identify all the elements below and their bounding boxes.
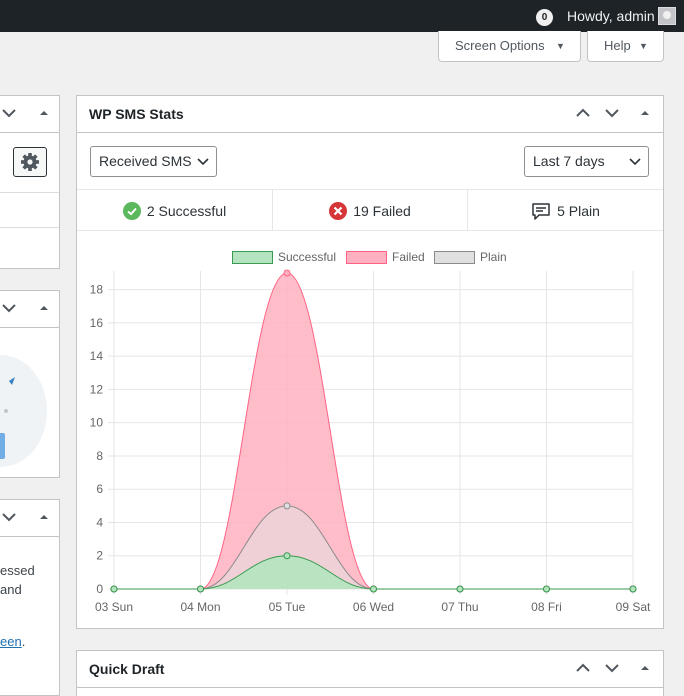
triangle-up-icon[interactable]	[36, 105, 54, 123]
left-widget-3	[0, 499, 60, 696]
stat-successful-label: 2 Successful	[146, 202, 227, 219]
admin-bar: 0 Howdy, admin	[0, 0, 684, 32]
x-tick-label: 03 Sun	[95, 600, 133, 614]
point-successful	[629, 585, 637, 593]
triangle-up-icon[interactable]	[637, 105, 655, 123]
chevron-up-icon[interactable]	[575, 105, 593, 123]
check-circle-icon	[122, 201, 141, 220]
x-circle-icon	[329, 201, 348, 220]
sms-stats-chart: 0 2 4 6 8 10 12 14 16 18 03 Sun 04 Mon 05 Tue 06 Wed 0…	[90, 269, 651, 614]
point-successful	[370, 585, 377, 593]
point-failed	[283, 269, 291, 277]
widget-title: Quick Draft	[89, 661, 165, 677]
triangle-up-icon[interactable]	[36, 300, 54, 318]
gear-icon	[21, 153, 39, 171]
y-tick-label: 18	[90, 283, 104, 297]
partial-link-line: een.	[0, 634, 25, 649]
stat-successful: 2 Successful	[77, 190, 272, 231]
screen-options-button[interactable]: Screen Options ▼	[438, 31, 581, 62]
widget-header	[0, 500, 59, 537]
triangle-up-icon[interactable]	[36, 509, 54, 527]
point-successful	[110, 585, 118, 593]
partial-text-line: and	[0, 582, 22, 597]
sms-type-select[interactable]: Received SMS	[90, 146, 217, 177]
y-tick-label: 2	[96, 549, 103, 563]
chevron-up-icon[interactable]	[575, 660, 593, 678]
partial-link[interactable]: een	[0, 634, 22, 649]
left-widget-1	[0, 95, 60, 269]
chevron-down-icon	[197, 158, 209, 166]
x-tick-label: 06 Wed	[353, 600, 394, 614]
y-tick-label: 4	[96, 515, 103, 529]
chevron-down-icon[interactable]	[604, 105, 622, 123]
settings-button[interactable]	[13, 147, 47, 177]
avatar[interactable]	[658, 7, 676, 25]
stat-plain: 5 Plain	[467, 190, 663, 231]
partial-text-line: essed	[0, 563, 35, 578]
y-tick-label: 16	[90, 316, 104, 330]
point-successful	[283, 552, 291, 560]
widget-header	[0, 291, 59, 328]
left-widget-2	[0, 290, 60, 478]
y-tick-label: 8	[96, 449, 103, 463]
y-tick-label: 6	[96, 482, 103, 496]
widget-header: WP SMS Stats	[77, 96, 663, 133]
date-range-select[interactable]: Last 7 days	[524, 146, 649, 177]
help-label: Help	[604, 38, 631, 53]
divider	[0, 192, 59, 193]
x-tick-label: 07 Thu	[441, 600, 478, 614]
illustration	[0, 355, 47, 467]
chevron-down-icon[interactable]	[1, 509, 19, 527]
stats-row: 2 Successful 19 Failed 5 Plain	[77, 189, 663, 231]
x-tick-label: 08 Fri	[531, 600, 562, 614]
message-icon	[532, 202, 550, 220]
account-greeting[interactable]: Howdy, admin	[567, 8, 655, 24]
point-successful	[456, 585, 464, 593]
x-tick-label: 05 Tue	[269, 600, 306, 614]
chevron-down-icon[interactable]	[1, 300, 19, 318]
x-tick-label: 04 Mon	[180, 600, 220, 614]
point-successful	[197, 585, 204, 593]
screen-options-label: Screen Options	[455, 38, 545, 53]
caret-down-icon: ▼	[556, 41, 565, 51]
chevron-down-icon[interactable]	[604, 660, 622, 678]
chevron-down-icon[interactable]	[1, 105, 19, 123]
y-tick-label: 10	[90, 416, 104, 430]
divider	[0, 227, 59, 228]
widget-header	[0, 96, 59, 133]
quick-draft-widget: Quick Draft	[76, 650, 664, 696]
y-tick-label: 14	[90, 349, 104, 363]
comment-count-badge[interactable]: 0	[536, 9, 553, 26]
triangle-up-icon[interactable]	[637, 660, 655, 678]
stat-failed: 19 Failed	[272, 190, 467, 231]
stat-failed-label: 19 Failed	[353, 202, 411, 219]
y-tick-label: 12	[90, 382, 104, 396]
widget-header: Quick Draft	[77, 651, 663, 688]
x-tick-label: 09 Sat	[616, 600, 651, 614]
stat-plain-label: 5 Plain	[557, 202, 600, 219]
point-plain	[283, 502, 291, 510]
caret-down-icon: ▼	[639, 41, 648, 51]
y-tick-label: 0	[96, 582, 103, 596]
widget-title: WP SMS Stats	[89, 106, 184, 122]
point-successful	[543, 585, 550, 593]
chevron-down-icon	[629, 158, 641, 166]
sms-type-value: Received SMS	[99, 153, 192, 169]
help-button[interactable]: Help ▼	[587, 31, 664, 62]
link-suffix: .	[21, 634, 26, 649]
date-range-value: Last 7 days	[533, 153, 605, 169]
